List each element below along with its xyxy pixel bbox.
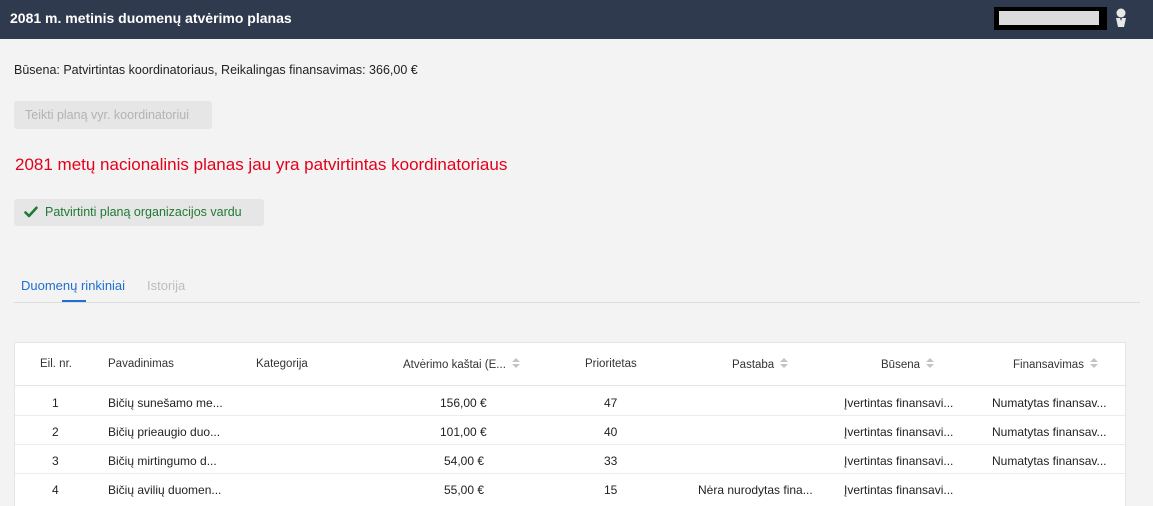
cell-no: 3 xyxy=(52,454,59,468)
submit-plan-button[interactable]: Teikti planą vyr. koordinatoriui xyxy=(14,101,212,129)
col-header-funding[interactable]: Finansavimas xyxy=(1013,358,1098,371)
tab-datasets[interactable]: Duomenų rinkiniai xyxy=(21,278,125,293)
cell-priority: 47 xyxy=(604,396,618,410)
cell-no: 1 xyxy=(52,396,59,410)
cell-status: Įvertintas finansavi... xyxy=(844,483,954,497)
cell-cost: 101,00 € xyxy=(440,425,487,439)
sort-icon[interactable] xyxy=(926,358,935,369)
user-avatar-icon[interactable] xyxy=(1113,7,1129,29)
cell-name: Bičių sunešamo me... xyxy=(108,396,223,410)
approve-plan-label: Patvirtinti planą organizacijos vardu xyxy=(45,205,242,219)
cell-name: Bičių mirtingumo d... xyxy=(108,454,217,468)
cell-no: 2 xyxy=(52,425,59,439)
cell-status: Įvertintas finansavi... xyxy=(844,454,954,468)
sort-icon[interactable] xyxy=(511,358,520,369)
top-bar: 2081 m. metinis duomenų atvėrimo planas xyxy=(0,0,1153,39)
cell-status: Įvertintas finansavi... xyxy=(844,425,954,439)
cell-name: Bičių avilių duomen... xyxy=(108,483,222,497)
approved-alert: 2081 metų nacionalinis planas jau yra pa… xyxy=(15,155,508,174)
cell-priority: 40 xyxy=(604,425,618,439)
page-title: 2081 m. metinis duomenų atvėrimo planas xyxy=(10,10,292,26)
user-name-box[interactable] xyxy=(994,7,1107,30)
col-header-priority[interactable]: Prioritetas xyxy=(585,358,637,370)
cell-funding: Numatytas finansav... xyxy=(992,454,1107,468)
cell-cost: 156,00 € xyxy=(440,396,487,410)
datasets-table: Eil. nr. Pavadinimas Kategorija Atvėrimo… xyxy=(14,342,1127,506)
cell-no: 4 xyxy=(52,483,59,497)
col-header-cost[interactable]: Atvėrimo kaštai (E... xyxy=(403,358,520,371)
cell-funding: Numatytas finansav... xyxy=(992,396,1107,410)
cell-funding: Numatytas finansav... xyxy=(992,425,1107,439)
active-tab-indicator xyxy=(62,300,86,302)
table-row[interactable]: 4 Bičių avilių duomen... 55,00 € 15 Nėra… xyxy=(15,474,1127,503)
cell-priority: 15 xyxy=(604,483,618,497)
table-header: Eil. nr. Pavadinimas Kategorija Atvėrimo… xyxy=(15,343,1127,386)
col-header-no[interactable]: Eil. nr. xyxy=(40,358,72,370)
table-row[interactable]: 1 Bičių sunešamo me... 156,00 € 47 Įvert… xyxy=(15,387,1127,416)
table-row[interactable]: 2 Bičių prieaugio duo... 101,00 € 40 Įve… xyxy=(15,416,1127,445)
col-header-note[interactable]: Pastaba xyxy=(732,358,789,371)
cell-status: Įvertintas finansavi... xyxy=(844,396,954,410)
plan-status: Būsena: Patvirtintas koordinatoriaus, Re… xyxy=(14,63,418,77)
sort-icon[interactable] xyxy=(1089,358,1098,369)
approve-plan-button[interactable]: Patvirtinti planą organizacijos vardu xyxy=(14,199,264,226)
check-icon xyxy=(24,206,38,218)
table-row[interactable]: 3 Bičių mirtingumo d... 54,00 € 33 Įvert… xyxy=(15,445,1127,474)
tab-history[interactable]: Istorija xyxy=(147,278,185,293)
cell-priority: 33 xyxy=(604,454,618,468)
tab-bar: Duomenų rinkiniai Istorija xyxy=(14,270,1140,303)
cell-name: Bičių prieaugio duo... xyxy=(108,425,221,439)
cell-cost: 54,00 € xyxy=(444,454,485,468)
cell-note: Nėra nurodytas fina... xyxy=(698,483,813,497)
col-header-category[interactable]: Kategorija xyxy=(256,358,308,370)
sort-icon[interactable] xyxy=(780,358,789,369)
col-header-status[interactable]: Būsena xyxy=(881,358,935,371)
cell-cost: 55,00 € xyxy=(444,483,485,497)
col-header-name[interactable]: Pavadinimas xyxy=(108,358,174,370)
